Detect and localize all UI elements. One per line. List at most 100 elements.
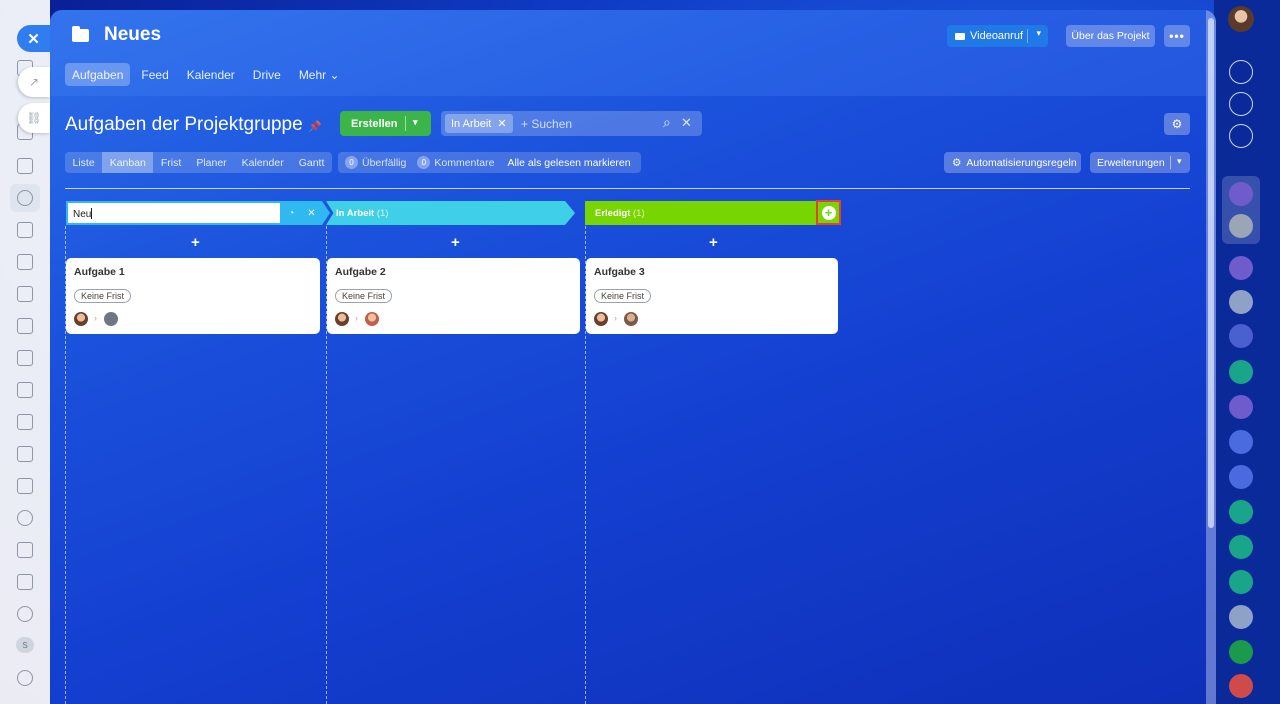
chat-avatar-icon[interactable] xyxy=(1229,214,1253,238)
chevron-down-icon[interactable]: ▾ xyxy=(1177,156,1182,167)
creator-avatar[interactable] xyxy=(594,312,608,326)
search-chats-icon[interactable] xyxy=(1229,124,1253,148)
overdue-filter[interactable]: Überfällig xyxy=(362,157,406,169)
lock-icon[interactable] xyxy=(1229,535,1253,559)
notifications-icon[interactable] xyxy=(1229,60,1253,84)
search-icon[interactable]: ⌕ xyxy=(663,114,671,131)
board-icon[interactable] xyxy=(17,318,33,334)
remove-filter-icon[interactable]: ✕ xyxy=(497,117,506,130)
copy-link-icon[interactable]: ⛓ xyxy=(18,103,50,133)
responsible-avatar[interactable] xyxy=(365,312,379,326)
view-frist[interactable]: Frist xyxy=(153,152,188,173)
search-input[interactable]: + Suchen xyxy=(521,117,572,131)
inventory-icon[interactable] xyxy=(17,414,33,430)
settings-icon[interactable] xyxy=(17,670,33,686)
open-new-window-icon[interactable]: ↗ xyxy=(18,67,50,97)
chat-icon[interactable] xyxy=(17,254,33,270)
rail-badge[interactable]: S xyxy=(16,637,34,653)
calendar-icon[interactable] xyxy=(17,542,33,558)
tab-mehr[interactable]: Mehr ⌄ xyxy=(292,63,347,86)
tab-drive[interactable]: Drive xyxy=(246,63,288,86)
responsible-avatar[interactable] xyxy=(624,312,638,326)
deadline-badge[interactable]: Keine Frist xyxy=(594,289,652,303)
sites-icon[interactable] xyxy=(17,510,33,526)
more-options-button[interactable]: ••• xyxy=(1164,25,1190,47)
phone-missed-icon[interactable] xyxy=(1229,674,1253,698)
chat-group-icon[interactable] xyxy=(1229,290,1253,314)
responsible-avatar[interactable] xyxy=(104,312,118,326)
lock-icon[interactable] xyxy=(1229,430,1253,454)
analytics-icon[interactable] xyxy=(17,350,33,366)
chat-tasks-icon[interactable] xyxy=(1229,182,1253,206)
creator-avatar[interactable] xyxy=(335,312,349,326)
close-slider-button[interactable]: ✕ xyxy=(17,25,50,52)
cancel-edit-icon[interactable]: ✕ xyxy=(307,208,315,219)
tab-aufgaben[interactable]: Aufgaben xyxy=(65,63,131,86)
view-gantt[interactable]: Gantt xyxy=(291,152,332,173)
column-count: (1) xyxy=(376,208,389,219)
comments-count: 0 xyxy=(417,156,431,169)
checkbox-icon[interactable] xyxy=(1229,570,1253,594)
booking-icon[interactable] xyxy=(17,478,33,494)
checkbox-icon[interactable] xyxy=(1229,500,1253,524)
column-name-input[interactable]: Neu xyxy=(66,201,282,225)
pin-icon[interactable]: 📌 xyxy=(308,120,322,133)
create-task-button[interactable]: Erstellen ▾ xyxy=(340,111,431,136)
scrollbar[interactable] xyxy=(1206,10,1216,704)
about-project-button[interactable]: Über das Projekt xyxy=(1066,25,1155,47)
chat-copilot-icon[interactable] xyxy=(1229,324,1253,348)
color-picker-icon[interactable]: ◔ xyxy=(288,208,294,219)
lock-icon[interactable] xyxy=(1229,395,1253,419)
task-card[interactable]: Aufgabe 2 Keine Frist › xyxy=(327,258,580,334)
view-kalender[interactable]: Kalender xyxy=(234,152,291,173)
column-header-erledigt[interactable]: Erledigt (1) xyxy=(585,201,817,225)
tasks-icon[interactable] xyxy=(17,158,33,174)
crm-icon[interactable] xyxy=(17,286,33,302)
task-title[interactable]: Aufgabe 2 xyxy=(335,266,386,278)
tab-kalender[interactable]: Kalender xyxy=(180,63,242,86)
phone-icon[interactable] xyxy=(1229,640,1253,664)
add-task-button[interactable]: + xyxy=(451,234,460,251)
column-header-in-arbeit[interactable]: In Arbeit (1) xyxy=(326,201,575,225)
cart-icon[interactable] xyxy=(17,382,33,398)
view-kanban[interactable]: Kanban xyxy=(102,152,154,173)
view-liste[interactable]: Liste xyxy=(65,152,102,173)
copilot-icon[interactable] xyxy=(1229,92,1253,116)
add-task-button[interactable]: + xyxy=(709,234,718,251)
filter-chip[interactable]: In Arbeit ✕ xyxy=(445,114,513,133)
add-column-button[interactable]: + xyxy=(816,200,841,225)
bot-icon[interactable] xyxy=(17,574,33,590)
add-task-button[interactable]: + xyxy=(191,234,200,251)
clear-search-icon[interactable]: ✕ xyxy=(681,115,692,131)
sign-icon[interactable] xyxy=(17,446,33,462)
extensions-button[interactable]: Erweiterungen ▾ xyxy=(1090,152,1190,173)
chevron-down-icon[interactable]: ▾ xyxy=(413,117,418,128)
task-card[interactable]: Aufgabe 1 Keine Frist › xyxy=(66,258,320,334)
task-card[interactable]: Aufgabe 3 Keine Frist › xyxy=(586,258,838,334)
chat-tasks-icon[interactable] xyxy=(1229,256,1253,280)
creator-avatar[interactable] xyxy=(74,312,88,326)
automation-label: Automatisierungsregeln xyxy=(966,156,1077,169)
chevron-down-icon[interactable]: ▾ xyxy=(1036,28,1041,39)
chat-group-icon[interactable] xyxy=(1229,605,1253,629)
task-title[interactable]: Aufgabe 1 xyxy=(74,266,125,278)
groups-icon[interactable] xyxy=(17,190,33,206)
task-title[interactable]: Aufgabe 3 xyxy=(594,266,645,278)
goals-icon[interactable] xyxy=(17,606,33,622)
lock-icon[interactable] xyxy=(1229,465,1253,489)
user-avatar[interactable] xyxy=(1228,6,1254,32)
settings-gear-button[interactable]: ⚙ xyxy=(1164,113,1190,135)
mark-all-read-link[interactable]: Alle als gelesen markieren xyxy=(507,157,630,169)
deadline-badge[interactable]: Keine Frist xyxy=(335,289,393,303)
scrollbar-thumb[interactable] xyxy=(1208,18,1214,528)
lock-icon[interactable] xyxy=(1229,360,1253,384)
filter-search-field[interactable]: In Arbeit ✕ + Suchen ⌕ ✕ xyxy=(441,111,702,136)
project-header: Neues Videoanruf ▾ Über das Projekt ••• … xyxy=(50,10,1206,96)
tab-feed[interactable]: Feed xyxy=(134,63,175,86)
file-icon[interactable] xyxy=(17,222,33,238)
view-planer[interactable]: Planer xyxy=(189,152,234,173)
deadline-badge[interactable]: Keine Frist xyxy=(74,289,132,303)
comments-filter[interactable]: Kommentare xyxy=(434,157,494,169)
automation-rules-button[interactable]: ⚙ Automatisierungsregeln xyxy=(944,152,1081,173)
video-call-button[interactable]: Videoanruf ▾ xyxy=(947,25,1048,47)
